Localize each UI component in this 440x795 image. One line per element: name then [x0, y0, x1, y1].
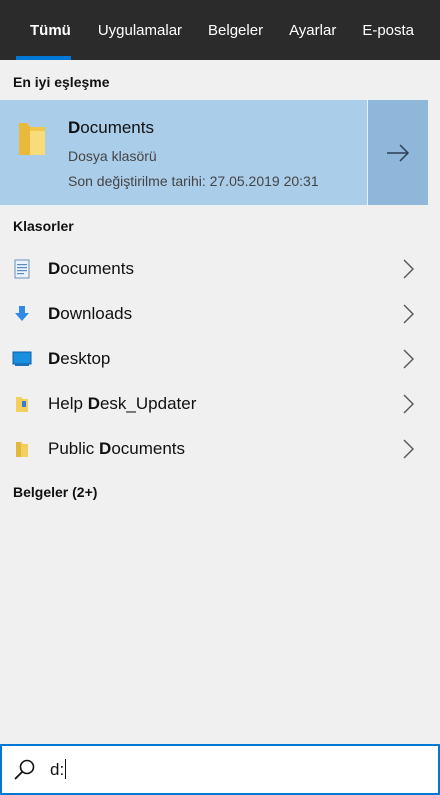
chevron-right-icon[interactable] [388, 394, 428, 414]
best-match-modified: Son değiştirilme tarihi: 27.05.2019 20:3… [68, 173, 319, 189]
folder-item-label: Public Documents [48, 438, 186, 458]
tab-documents[interactable]: Belgeler [195, 0, 276, 60]
search-box[interactable]: d: [0, 744, 440, 795]
folder-item-label: Downloads [48, 303, 133, 323]
folder-item-label: Help Desk_Updater [48, 393, 197, 413]
folder-item-downloads[interactable]: Downloads [0, 291, 428, 336]
folders-heading: Klasorler [13, 218, 74, 234]
chevron-right-icon[interactable] [388, 349, 428, 369]
chevron-right-icon[interactable] [388, 439, 428, 459]
best-match-card[interactable]: Documents Dosya klasörü Son değiştirilme… [0, 100, 428, 205]
folder-icon [16, 441, 28, 457]
desktop-icon [12, 351, 32, 366]
tab-apps[interactable]: Uygulamalar [85, 0, 195, 60]
documents-heading[interactable]: Belgeler (2+) [13, 484, 97, 500]
folder-item-help-desk-updater[interactable]: Help Desk_Updater [0, 381, 428, 426]
tab-all[interactable]: Tümü [0, 0, 85, 60]
text-cursor [65, 759, 67, 779]
scrollbar-track[interactable] [428, 60, 440, 743]
search-icon [14, 759, 35, 780]
folder-item-public-documents[interactable]: Public Documents [0, 426, 428, 471]
best-match-item[interactable]: Documents Dosya klasörü Son değiştirilme… [0, 100, 367, 205]
best-match-type: Dosya klasörü [68, 148, 157, 164]
folder-shortcut-icon [16, 396, 28, 412]
chevron-right-icon[interactable] [388, 259, 428, 279]
folder-item-documents[interactable]: Documents [0, 246, 428, 291]
tab-settings[interactable]: Ayarlar [276, 0, 349, 60]
folder-item-label: Documents [48, 258, 134, 278]
chevron-right-icon[interactable] [388, 304, 428, 324]
download-arrow-icon [15, 305, 29, 321]
document-folder-icon [14, 259, 30, 278]
folder-item-desktop[interactable]: Desktop [0, 336, 428, 381]
best-match-heading: En iyi eşleşme [13, 74, 110, 90]
folder-item-label: Desktop [48, 348, 111, 368]
open-details-button[interactable] [368, 100, 428, 205]
best-match-title: Documents [68, 118, 154, 137]
folder-icon [19, 123, 45, 155]
arrow-right-icon [387, 143, 410, 162]
search-input[interactable]: d: [50, 759, 67, 780]
filter-tabs: Tümü Uygulamalar Belgeler Ayarlar E-post… [0, 0, 440, 60]
tab-email[interactable]: E-posta [349, 0, 427, 60]
